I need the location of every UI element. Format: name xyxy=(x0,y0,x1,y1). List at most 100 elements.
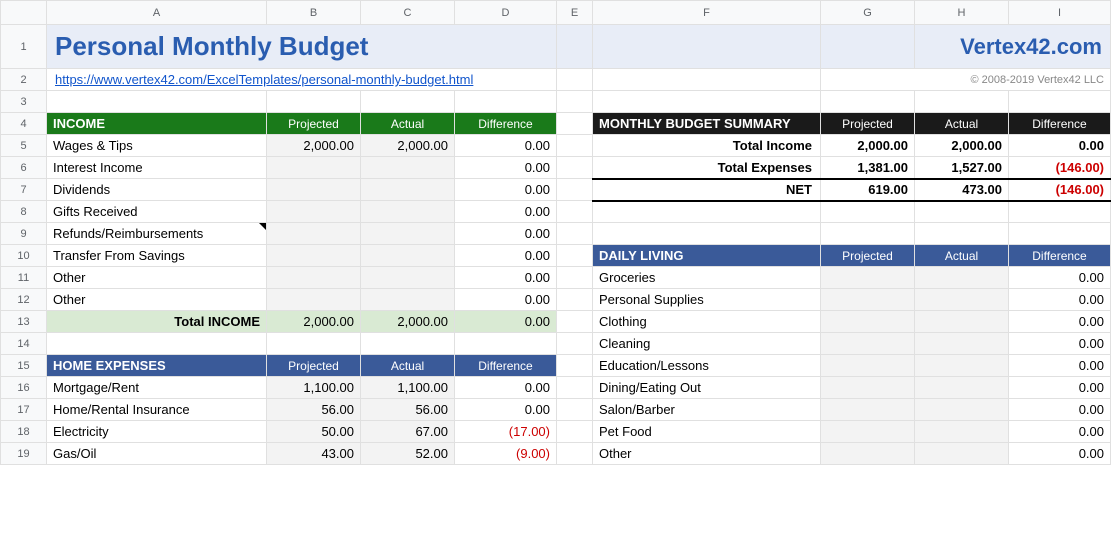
daily-item[interactable]: Salon/Barber xyxy=(593,399,821,421)
home-header-actual[interactable]: Actual xyxy=(361,355,455,377)
cell-actual[interactable] xyxy=(361,245,455,267)
row-header-9[interactable]: 9 xyxy=(1,223,47,245)
cell-projected[interactable] xyxy=(821,289,915,311)
cell-projected[interactable]: 50.00 xyxy=(267,421,361,443)
daily-item[interactable]: Pet Food xyxy=(593,421,821,443)
home-item[interactable]: Electricity xyxy=(47,421,267,443)
daily-item[interactable]: Dining/Eating Out xyxy=(593,377,821,399)
cell-projected[interactable] xyxy=(267,201,361,223)
daily-header-projected[interactable]: Projected xyxy=(821,245,915,267)
income-item[interactable]: Refunds/Reimbursements xyxy=(47,223,267,245)
cell-difference[interactable]: 0.00 xyxy=(455,135,557,157)
cell-projected[interactable] xyxy=(821,377,915,399)
row-header-5[interactable]: 5 xyxy=(1,135,47,157)
cell-projected[interactable] xyxy=(821,399,915,421)
cell-actual[interactable] xyxy=(915,399,1009,421)
select-all-corner[interactable] xyxy=(1,1,47,25)
cell-actual[interactable] xyxy=(915,421,1009,443)
cell-actual[interactable] xyxy=(915,311,1009,333)
cell-difference[interactable]: 0.00 xyxy=(1009,399,1111,421)
col-header-A[interactable]: A xyxy=(47,1,267,25)
col-header-I[interactable]: I xyxy=(1009,1,1111,25)
cell-difference[interactable]: 0.00 xyxy=(1009,355,1111,377)
cell-actual[interactable] xyxy=(915,289,1009,311)
summary-header-actual[interactable]: Actual xyxy=(915,113,1009,135)
cell-difference[interactable]: 0.00 xyxy=(1009,267,1111,289)
col-header-H[interactable]: H xyxy=(915,1,1009,25)
row-header-18[interactable]: 18 xyxy=(1,421,47,443)
daily-item[interactable]: Cleaning xyxy=(593,333,821,355)
summary-header[interactable]: MONTHLY BUDGET SUMMARY xyxy=(593,113,821,135)
col-header-E[interactable]: E xyxy=(557,1,593,25)
cell-actual[interactable] xyxy=(361,157,455,179)
row-header-15[interactable]: 15 xyxy=(1,355,47,377)
row-header-13[interactable]: 13 xyxy=(1,311,47,333)
summary-header-projected[interactable]: Projected xyxy=(821,113,915,135)
page-title[interactable]: Personal Monthly Budget xyxy=(47,25,557,69)
income-total-projected[interactable]: 2,000.00 xyxy=(267,311,361,333)
summary-actual[interactable]: 2,000.00 xyxy=(915,135,1009,157)
income-header-difference[interactable]: Difference xyxy=(455,113,557,135)
income-item[interactable]: Wages & Tips xyxy=(47,135,267,157)
row-header-10[interactable]: 10 xyxy=(1,245,47,267)
income-header[interactable]: INCOME xyxy=(47,113,267,135)
row-header-17[interactable]: 17 xyxy=(1,399,47,421)
cell-projected[interactable] xyxy=(267,157,361,179)
cell-difference[interactable]: 0.00 xyxy=(455,377,557,399)
cell-actual[interactable] xyxy=(915,333,1009,355)
cell-difference[interactable]: 0.00 xyxy=(455,399,557,421)
row-header-4[interactable]: 4 xyxy=(1,113,47,135)
cell-actual[interactable] xyxy=(915,377,1009,399)
cell-projected[interactable] xyxy=(267,245,361,267)
cell-projected[interactable] xyxy=(267,267,361,289)
cell-actual[interactable] xyxy=(361,223,455,245)
income-item[interactable]: Interest Income xyxy=(47,157,267,179)
income-total-label[interactable]: Total INCOME xyxy=(47,311,267,333)
cell-projected[interactable]: 1,100.00 xyxy=(267,377,361,399)
row-header-3[interactable]: 3 xyxy=(1,91,47,113)
summary-label[interactable]: Total Income xyxy=(593,135,821,157)
cell-actual[interactable]: 67.00 xyxy=(361,421,455,443)
cell-difference[interactable]: 0.00 xyxy=(455,289,557,311)
cell-difference[interactable]: 0.00 xyxy=(1009,289,1111,311)
row-header-14[interactable]: 14 xyxy=(1,333,47,355)
cell-difference[interactable]: 0.00 xyxy=(1009,333,1111,355)
cell-difference[interactable]: 0.00 xyxy=(1009,311,1111,333)
cell-projected[interactable] xyxy=(821,333,915,355)
cell-actual[interactable] xyxy=(361,179,455,201)
income-total-difference[interactable]: 0.00 xyxy=(455,311,557,333)
row-header-12[interactable]: 12 xyxy=(1,289,47,311)
summary-projected[interactable]: 1,381.00 xyxy=(821,157,915,179)
home-item[interactable]: Mortgage/Rent xyxy=(47,377,267,399)
row-header-8[interactable]: 8 xyxy=(1,201,47,223)
cell-actual[interactable]: 56.00 xyxy=(361,399,455,421)
income-header-actual[interactable]: Actual xyxy=(361,113,455,135)
cell-difference[interactable]: 0.00 xyxy=(1009,443,1111,465)
summary-label[interactable]: Total Expenses xyxy=(593,157,821,179)
summary-difference[interactable]: 0.00 xyxy=(1009,135,1111,157)
cell-projected[interactable] xyxy=(267,179,361,201)
cell-actual[interactable] xyxy=(915,267,1009,289)
daily-item[interactable]: Groceries xyxy=(593,267,821,289)
row-header-16[interactable]: 16 xyxy=(1,377,47,399)
summary-header-difference[interactable]: Difference xyxy=(1009,113,1111,135)
col-header-D[interactable]: D xyxy=(455,1,557,25)
row-header-1[interactable]: 1 xyxy=(1,25,47,69)
cell-projected[interactable]: 2,000.00 xyxy=(267,135,361,157)
cell-difference[interactable]: 0.00 xyxy=(455,201,557,223)
cell-projected[interactable] xyxy=(821,267,915,289)
cell-difference[interactable]: (17.00) xyxy=(455,421,557,443)
cell-difference[interactable]: 0.00 xyxy=(455,223,557,245)
home-item[interactable]: Gas/Oil xyxy=(47,443,267,465)
cell-difference[interactable]: 0.00 xyxy=(455,179,557,201)
template-link[interactable]: https://www.vertex42.com/ExcelTemplates/… xyxy=(47,69,557,91)
income-item[interactable]: Other xyxy=(47,267,267,289)
income-item[interactable]: Gifts Received xyxy=(47,201,267,223)
home-header-difference[interactable]: Difference xyxy=(455,355,557,377)
cell-projected[interactable] xyxy=(821,421,915,443)
row-header-7[interactable]: 7 xyxy=(1,179,47,201)
cell-actual[interactable] xyxy=(361,267,455,289)
col-header-C[interactable]: C xyxy=(361,1,455,25)
row-header-19[interactable]: 19 xyxy=(1,443,47,465)
cell-difference[interactable]: 0.00 xyxy=(455,157,557,179)
